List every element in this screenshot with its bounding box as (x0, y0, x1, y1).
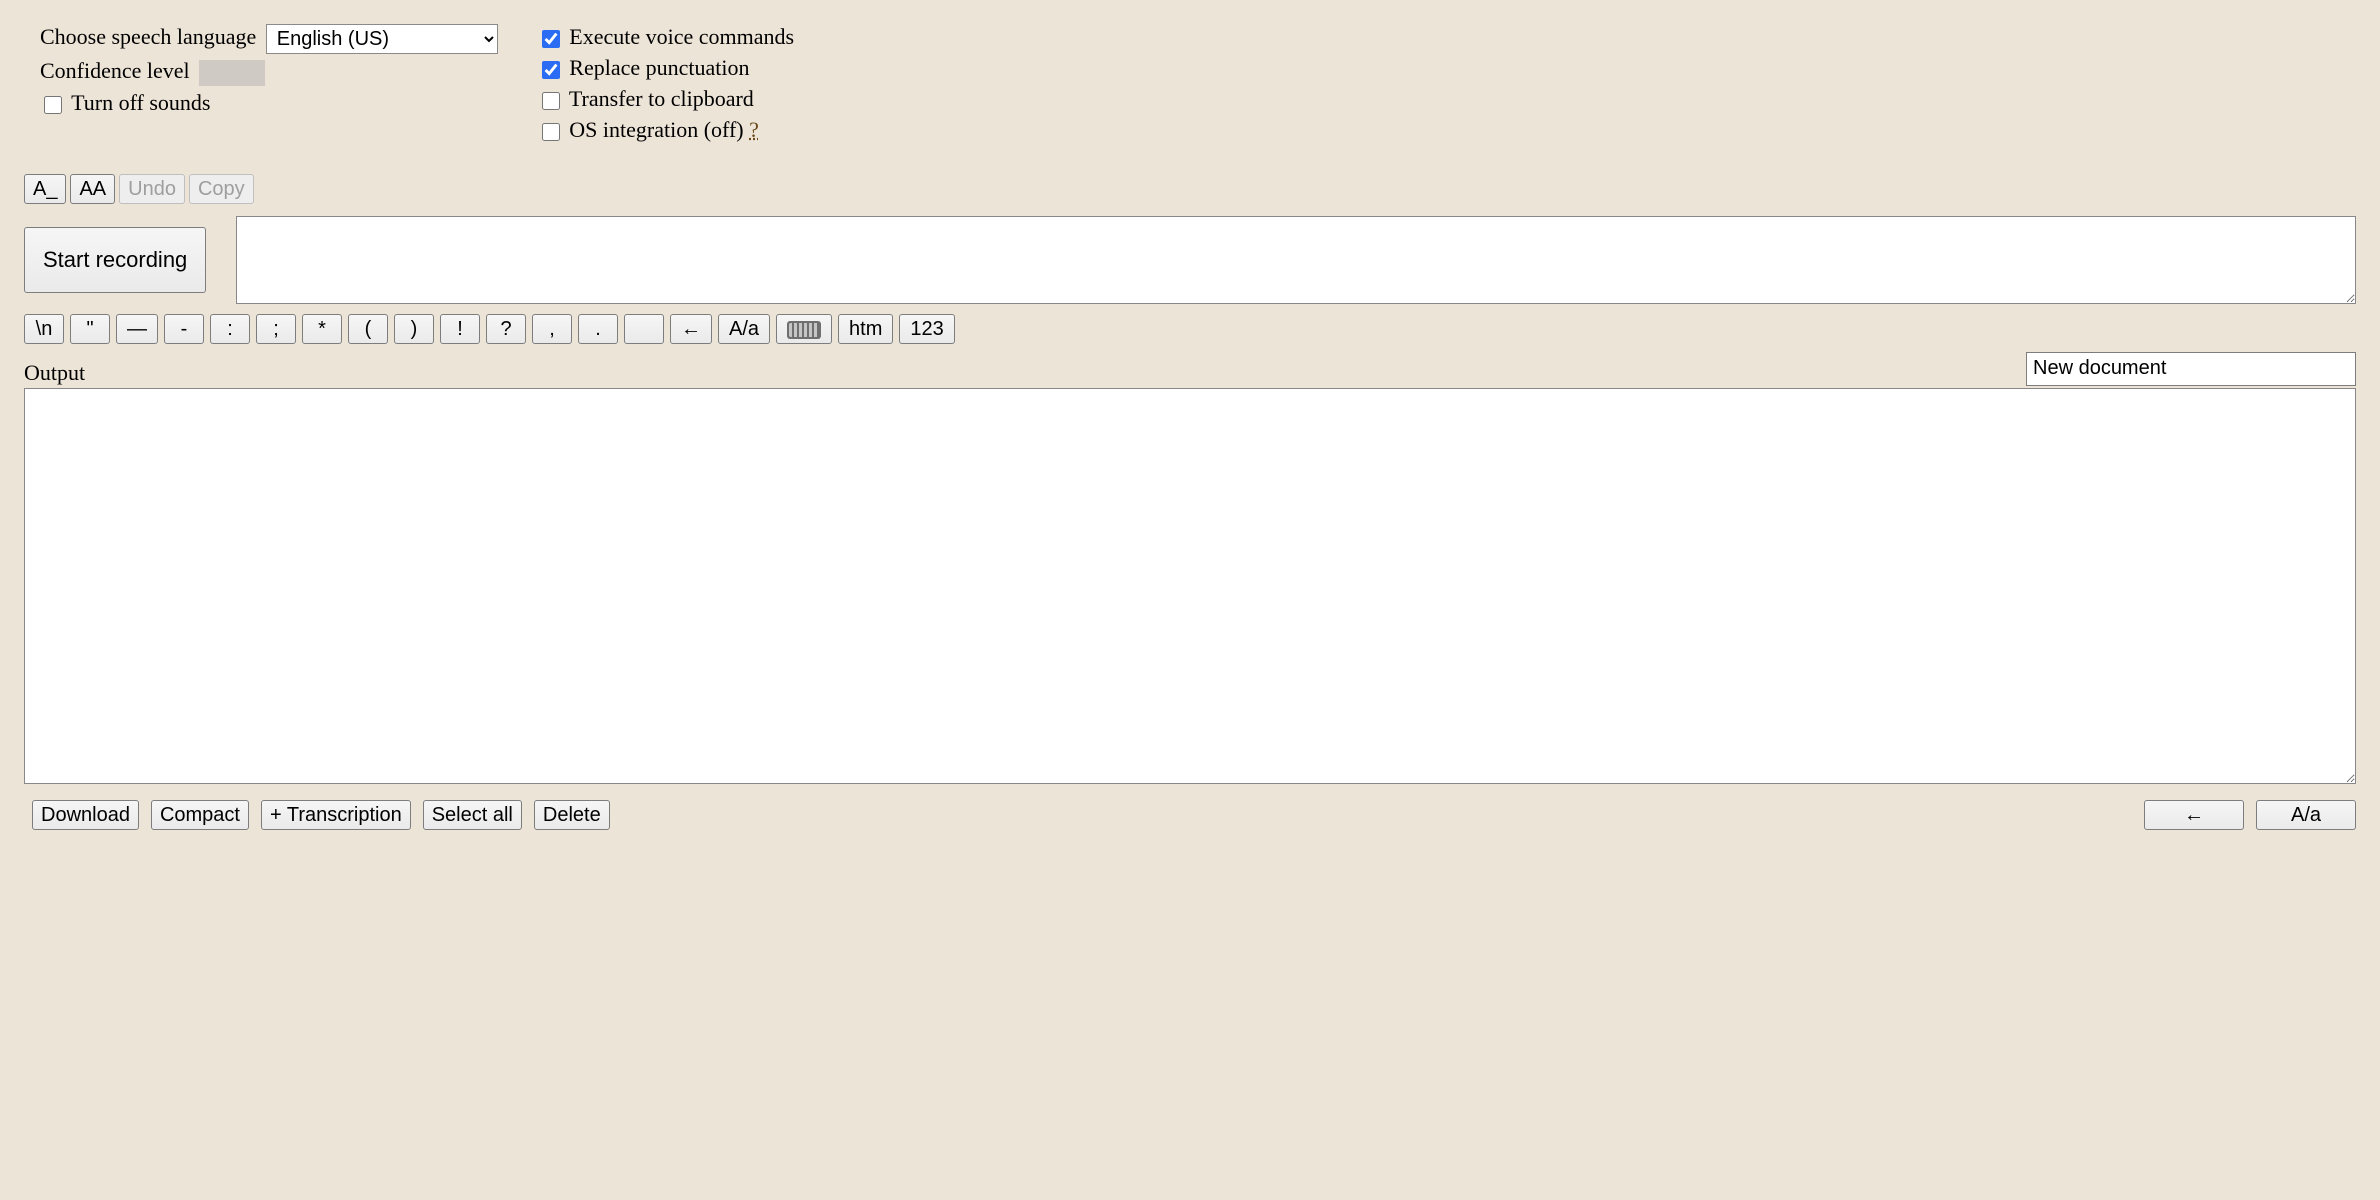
numeric-button[interactable]: 123 (899, 314, 954, 344)
punct-semicolon-button[interactable]: ; (256, 314, 296, 344)
punct-quote-button[interactable]: " (70, 314, 110, 344)
punct-lparen-button[interactable]: ( (348, 314, 388, 344)
punct-colon-button[interactable]: : (210, 314, 250, 344)
language-select[interactable]: English (US) (266, 24, 498, 54)
punct-rparen-button[interactable]: ) (394, 314, 434, 344)
delete-button[interactable]: Delete (534, 800, 610, 830)
compact-button[interactable]: Compact (151, 800, 249, 830)
punct-question-button[interactable]: ? (486, 314, 526, 344)
os-integration-checkbox[interactable] (542, 123, 560, 141)
punct-blank-button[interactable] (624, 314, 664, 344)
undo-button[interactable]: Undo (119, 174, 185, 204)
clipboard-row: Transfer to clipboard (538, 86, 794, 113)
mini-toolbar: A_ AA Undo Copy (24, 174, 2356, 204)
plus-transcription-button[interactable]: + Transcription (261, 800, 411, 830)
copy-button[interactable]: Copy (189, 174, 254, 204)
keyboard-icon (787, 321, 821, 339)
replace-punct-row: Replace punctuation (538, 55, 794, 82)
transfer-to-clipboard-checkbox[interactable] (542, 92, 560, 110)
transcription-textarea[interactable] (236, 216, 2356, 304)
font-large-button[interactable]: AA (70, 174, 115, 204)
virtual-keyboard-button[interactable] (776, 314, 832, 344)
punct-emdash-button[interactable]: — (116, 314, 158, 344)
select-all-button[interactable]: Select all (423, 800, 522, 830)
bottom-toolbar: Download Compact + Transcription Select … (24, 800, 2356, 830)
htm-button[interactable]: htm (838, 314, 893, 344)
turn-off-sounds-checkbox[interactable] (44, 96, 62, 114)
language-row: Choose speech language English (US) (40, 24, 498, 54)
font-small-button[interactable]: A_ (24, 174, 66, 204)
punct-hyphen-button[interactable]: - (164, 314, 204, 344)
punct-asterisk-button[interactable]: * (302, 314, 342, 344)
replace-punctuation-checkbox[interactable] (542, 61, 560, 79)
punctuation-toolbar: \n " — - : ; * ( ) ! ? , . ← A/a htm 123 (24, 314, 2356, 344)
backspace-button[interactable]: ← (670, 314, 712, 344)
download-button[interactable]: Download (32, 800, 139, 830)
punct-period-button[interactable]: . (578, 314, 618, 344)
turn-off-sounds-label[interactable]: Turn off sounds (71, 90, 210, 115)
os-integration-help-link[interactable]: ? (749, 117, 759, 142)
punct-comma-button[interactable]: , (532, 314, 572, 344)
language-label: Choose speech language (40, 24, 256, 49)
back-button[interactable]: ← (2144, 800, 2244, 830)
execute-voice-commands-label[interactable]: Execute voice commands (569, 24, 794, 49)
output-textarea[interactable] (24, 388, 2356, 784)
replace-punctuation-label[interactable]: Replace punctuation (569, 55, 749, 80)
os-integration-row: OS integration (off) ? (538, 117, 794, 144)
case-toggle-inline-button[interactable]: A/a (718, 314, 770, 344)
settings-col-left: Choose speech language English (US) Conf… (40, 24, 498, 144)
settings-panel: Choose speech language English (US) Conf… (40, 24, 2356, 144)
turn-off-sounds-row: Turn off sounds (40, 90, 498, 117)
punct-exclaim-button[interactable]: ! (440, 314, 480, 344)
confidence-row: Confidence level (40, 58, 498, 86)
os-integration-label[interactable]: OS integration (off) (569, 117, 743, 142)
start-recording-button[interactable]: Start recording (24, 227, 206, 293)
exec-voice-row: Execute voice commands (538, 24, 794, 51)
confidence-label: Confidence level (40, 58, 190, 83)
output-header: Output (24, 352, 2356, 386)
confidence-input[interactable] (199, 60, 265, 86)
case-toggle-bottom-button[interactable]: A/a (2256, 800, 2356, 830)
document-name-input[interactable] (2026, 352, 2356, 386)
execute-voice-commands-checkbox[interactable] (542, 30, 560, 48)
record-row: Start recording (24, 216, 2356, 304)
transfer-to-clipboard-label[interactable]: Transfer to clipboard (569, 86, 754, 111)
punct-newline-button[interactable]: \n (24, 314, 64, 344)
settings-col-right: Execute voice commands Replace punctuati… (538, 24, 794, 144)
output-label: Output (24, 360, 85, 386)
